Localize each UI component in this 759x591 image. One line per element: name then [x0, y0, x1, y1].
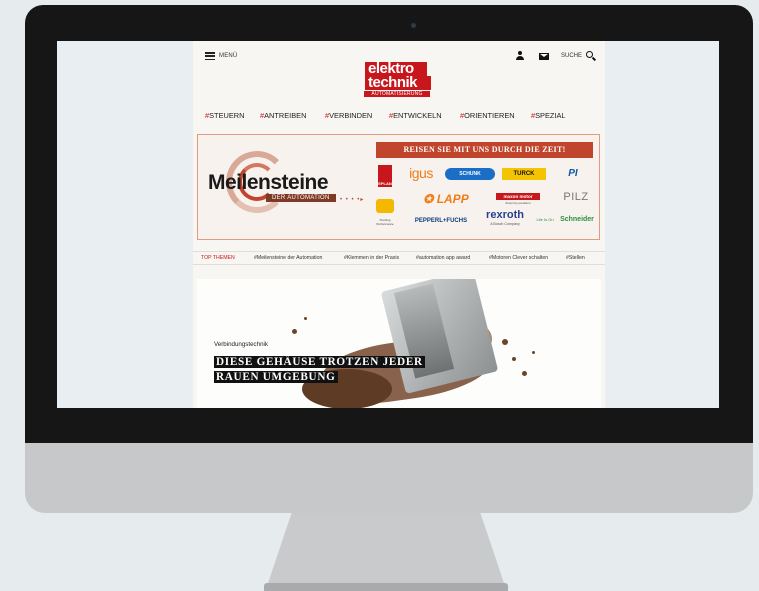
monitor-base [264, 583, 508, 591]
brand-logo-harting [376, 199, 394, 213]
top-themen-item[interactable]: #Klemmen in der Praxis [344, 255, 399, 261]
main-nav: #STEUERN #ANTREIBEN #VERBINDEN #ENTWICKE… [193, 111, 605, 125]
top-themen-bar: TOP THEMEN #Meilensteine der Automation … [193, 251, 605, 265]
banner-subtitle: DER AUTOMATION [266, 194, 336, 202]
hero-title[interactable]: DIESE GEHÄUSE TROTZEN JEDER RAUEN UMGEBU… [214, 355, 425, 385]
brand-logo-schunk: SCHUNK [445, 168, 495, 180]
hero-category: Verbindungstechnik [214, 341, 269, 348]
brand-logo-rexroth: rexroth [486, 209, 524, 221]
brand-logo-rexroth-tagline: A Bosch Company [490, 222, 520, 226]
logo-line2: technik [365, 75, 431, 90]
banner-dots-decoration: • • • •▸ [340, 197, 365, 203]
nav-item-antreiben[interactable]: #ANTREIBEN [260, 111, 306, 120]
banner-title: Meilensteine [208, 171, 329, 194]
nav-item-entwickeln[interactable]: #ENTWICKELN [389, 111, 442, 120]
brand-logo-harting-tagline: Pushing Performance [376, 218, 394, 226]
logo-sub: AUTOMATISIERUNG [364, 91, 430, 97]
hero-title-line2: RAUEN UMGEBUNG [214, 371, 338, 383]
hero-title-line1: DIESE GEHÄUSE TROTZEN JEDER [214, 356, 425, 368]
brand-logo-pilz: PILZ [563, 191, 589, 203]
search-button[interactable]: SUCHE [561, 51, 597, 61]
menu-button[interactable]: MENÜ [205, 50, 237, 62]
hamburger-icon [205, 52, 215, 60]
top-themen-item[interactable]: #Meilensteine der Automation [254, 255, 322, 261]
search-icon [586, 51, 597, 61]
menu-label: MENÜ [219, 53, 238, 59]
top-themen-item[interactable]: #Stellen [566, 255, 585, 261]
nav-item-orientieren[interactable]: #ORIENTIEREN [460, 111, 515, 120]
monitor-stand [268, 513, 504, 583]
site-logo[interactable]: elektro technik AUTOMATISIERUNG [364, 61, 434, 106]
search-label: SUCHE [561, 53, 583, 59]
hero-article[interactable]: Verbindungstechnik DIESE GEHÄUSE TROTZEN… [197, 279, 601, 408]
brand-logo-lapp: ✪ LAPP [423, 192, 469, 206]
brand-logo-maxon-tagline: driven by precision [505, 201, 531, 205]
top-themen-item[interactable]: #Motoren Clever schalten [489, 255, 548, 261]
monitor-chin [25, 443, 753, 513]
brand-logo-pepperl-fuchs: PEPPERL+FUCHS [414, 217, 468, 224]
brand-logo-schneider: Schneider [560, 215, 594, 223]
brand-logo-lifeison: Life Is On [536, 216, 554, 222]
mail-icon[interactable] [539, 53, 549, 60]
brand-logo-pi: PI [568, 168, 578, 179]
hero-image [292, 279, 535, 408]
top-themen-item[interactable]: #automation app award [416, 255, 470, 261]
camera-icon [411, 23, 416, 28]
user-icon[interactable] [515, 51, 525, 61]
brand-logo-eplan: EPLAN [378, 165, 392, 187]
website: MENÜ SUCHE elektro technik AUTOMATISIERU… [193, 41, 605, 408]
nav-item-spezial[interactable]: #SPEZIAL [531, 111, 566, 120]
banner-headline: REISEN SIE MIT UNS DURCH DIE ZEIT! [376, 142, 593, 158]
nav-item-verbinden[interactable]: #VERBINDEN [325, 111, 372, 120]
brand-logo-igus: igus [409, 165, 433, 181]
ad-banner-meilensteine[interactable]: Meilensteine DER AUTOMATION • • • •▸ REI… [197, 134, 600, 240]
brand-logo-maxon: maxon motor [496, 193, 540, 200]
nav-item-steuern[interactable]: #STEUERN [205, 111, 244, 120]
brand-logo-turck: TURCK [502, 168, 546, 180]
top-themen-label: TOP THEMEN [201, 255, 235, 261]
